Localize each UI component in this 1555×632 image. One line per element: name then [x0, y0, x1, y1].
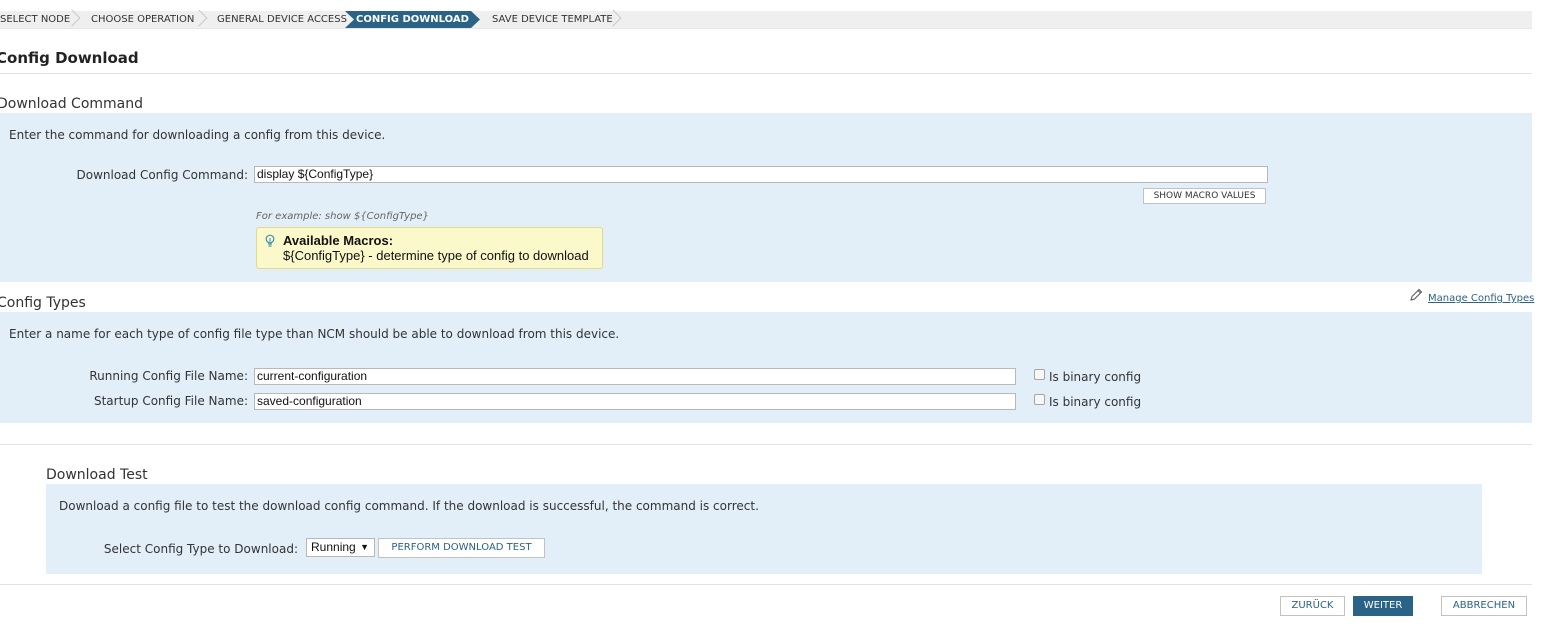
download-command-title: Download Command: [0, 96, 143, 112]
show-macro-values-button[interactable]: SHOW MACRO VALUES: [1143, 188, 1266, 204]
running-config-label: Running Config File Name:: [89, 369, 248, 383]
config-type-select-value: Running: [311, 540, 356, 554]
startup-config-input[interactable]: saved-configuration: [254, 393, 1016, 410]
available-macros-text: ${ConfigType} - determine type of config…: [283, 248, 589, 263]
download-test-panel: [46, 484, 1482, 574]
title-divider: [0, 73, 1532, 74]
next-button[interactable]: WEITER: [1353, 596, 1413, 616]
download-config-command-label: Download Config Command:: [76, 168, 249, 182]
config-types-title: Config Types: [0, 295, 86, 311]
page-title: Config Download: [0, 49, 139, 67]
wizard-step-config-download[interactable]: CONFIG DOWNLOAD: [345, 11, 480, 28]
available-macros-box: Available Macros: ${ConfigType} - determ…: [256, 227, 603, 269]
startup-binary-checkbox[interactable]: [1034, 394, 1045, 405]
download-config-command-input[interactable]: display ${ConfigType}: [254, 166, 1268, 183]
running-binary-checkbox[interactable]: [1034, 369, 1045, 380]
download-test-title: Download Test: [46, 467, 148, 483]
config-types-description: Enter a name for each type of config fil…: [9, 327, 620, 341]
wizard-breadcrumb: SELECT NODE CHOOSE OPERATION GENERAL DEV…: [0, 9, 1532, 29]
download-command-description: Enter the command for downloading a conf…: [9, 128, 386, 142]
perform-download-test-button[interactable]: PERFORM DOWNLOAD TEST: [378, 538, 545, 558]
back-button[interactable]: ZURÜCK: [1280, 596, 1345, 616]
running-config-input[interactable]: current-configuration: [254, 368, 1016, 385]
pencil-icon[interactable]: [1409, 288, 1423, 302]
startup-config-label: Startup Config File Name:: [93, 394, 248, 408]
section-divider: [0, 444, 1532, 445]
command-example-text: For example: show ${ConfigType}: [256, 211, 429, 222]
download-test-description: Download a config file to test the downl…: [59, 499, 759, 513]
cancel-button[interactable]: ABBRECHEN: [1441, 596, 1527, 616]
wizard-step-select-node[interactable]: SELECT NODE: [0, 11, 70, 28]
chevron-down-icon: ▼: [360, 542, 369, 552]
running-binary-label: Is binary config: [1049, 370, 1142, 384]
wizard-step-general-device-access[interactable]: GENERAL DEVICE ACCESS: [217, 11, 347, 28]
manage-config-types-link[interactable]: Manage Config Types: [1428, 293, 1534, 304]
lightbulb-icon: [265, 234, 275, 247]
footer-divider: [0, 584, 1532, 585]
available-macros-title: Available Macros:: [283, 233, 394, 248]
wizard-step-save-device-template[interactable]: SAVE DEVICE TEMPLATE: [492, 11, 617, 28]
config-type-select[interactable]: Running ▼: [306, 538, 375, 557]
wizard-step-choose-operation[interactable]: CHOOSE OPERATION: [91, 11, 201, 28]
startup-binary-label: Is binary config: [1049, 395, 1142, 409]
select-config-type-label: Select Config Type to Download:: [103, 542, 298, 556]
